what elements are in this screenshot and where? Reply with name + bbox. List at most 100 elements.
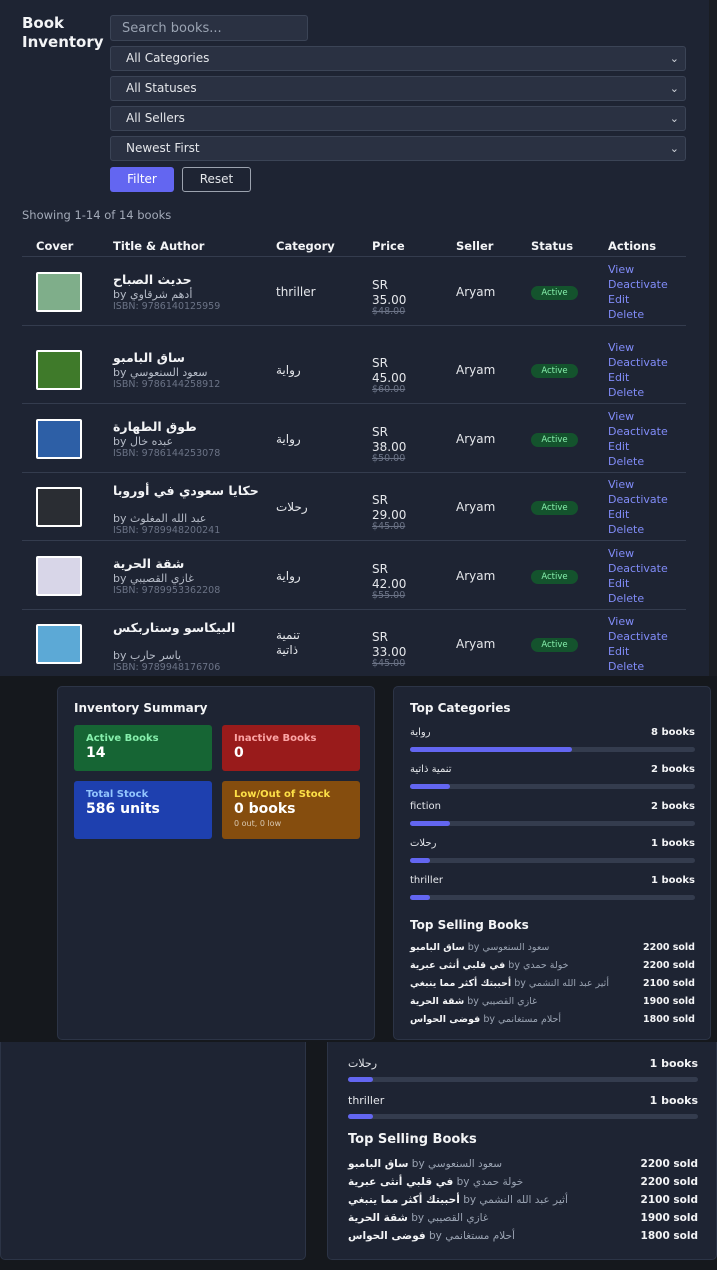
price-currency: SR [372,493,388,507]
cover-image [38,626,80,662]
selling-count: 1900 sold [640,1212,698,1224]
selling-title[interactable]: في قلبي أنثى عبرية [410,960,505,971]
table-row: حكايا سعودي في أوروبا by عبد الله المغلو… [22,473,686,541]
table-row: البيكاسو وستاربكس by ياسر حارب ISBN: 978… [22,610,686,676]
selling-title[interactable]: فوضى الحواس [410,1014,480,1025]
selling-count: 2200 sold [643,960,695,971]
selling-count: 2200 sold [640,1158,698,1170]
status-select[interactable]: All Statuses ⌄ [110,76,686,101]
search-input[interactable] [110,15,308,41]
delete-link[interactable]: Delete [608,385,644,400]
edit-link[interactable]: Edit [608,576,629,591]
deactivate-link[interactable]: Deactivate [608,355,668,370]
top-selling-item: فوضى الحواس by أحلام مستغانمي 1800 sold [410,1014,695,1025]
selling-author: by سعود السنعوسي [411,1158,503,1170]
category-bar-fill [348,1114,373,1119]
book-cover[interactable] [36,272,82,312]
status-badge: Active [531,286,578,300]
book-cover[interactable] [36,624,82,664]
inventory-summary-card: Inventory Summary Active Books 14 Inacti… [57,686,375,1040]
book-title[interactable]: ساق البامبو [113,350,263,365]
edit-link[interactable]: Edit [608,439,629,454]
price-currency: SR [372,425,388,439]
edit-link[interactable]: Edit [608,644,629,659]
inactive-books-label: Inactive Books [234,733,317,744]
status-badge: Active [531,501,578,515]
col-cover: Cover [36,239,74,253]
deactivate-link[interactable]: Deactivate [608,492,668,507]
status-badge: Active [531,364,578,378]
edit-link[interactable]: Edit [608,507,629,522]
book-price: 42.00 [372,577,407,591]
book-title[interactable]: شقة الحرية [113,556,263,571]
selling-title[interactable]: ساق البامبو [348,1158,408,1170]
cover-image [38,489,80,525]
duplicate-scroll-view: رحلات 1 books thriller 1 books Top Selli… [0,1042,717,1270]
category-name: تنمية ذاتية [410,764,452,775]
chevron-down-icon: ⌄ [669,142,679,155]
reset-button[interactable]: Reset [182,167,251,192]
chevron-down-icon: ⌄ [669,82,679,95]
top-selling-item: ساق البامبو by سعود السنعوسي 2200 sold [348,1158,698,1170]
summary-section: Inventory Summary Active Books 14 Inacti… [0,676,717,1046]
book-cover[interactable] [36,419,82,459]
category-name: thriller [410,875,443,886]
view-link[interactable]: View [608,546,634,561]
selling-title[interactable]: أحببتك أكثر مما ينبغي [410,978,511,989]
top-selling-item: شقة الحرية by غازي القصيبي 1900 sold [410,996,695,1007]
book-cover[interactable] [36,556,82,596]
category-bar [348,1077,698,1082]
view-link[interactable]: View [608,409,634,424]
delete-link[interactable]: Delete [608,591,644,606]
page-title: Book Inventory [22,14,104,51]
chevron-down-icon: ⌄ [669,52,679,65]
book-title[interactable]: حديث الصباح [113,272,263,287]
book-cover[interactable] [36,350,82,390]
selling-title[interactable]: في قلبي أنثى عبرية [348,1176,453,1188]
view-link[interactable]: View [608,477,634,492]
book-title[interactable]: طوق الطهارة [113,419,263,434]
edit-link[interactable]: Edit [608,292,629,307]
edit-link[interactable]: Edit [608,370,629,385]
selling-title[interactable]: أحببتك أكثر مما ينبغي [348,1194,460,1206]
category-bar-fill [410,858,430,863]
chevron-down-icon: ⌄ [669,112,679,125]
book-author: by غازي القصيبي [113,572,194,585]
delete-link[interactable]: Delete [608,307,644,322]
delete-link[interactable]: Delete [608,454,644,469]
selling-title[interactable]: ساق البامبو [410,942,465,953]
delete-link[interactable]: Delete [608,659,644,674]
deactivate-link[interactable]: Deactivate [608,424,668,439]
table-row: حديث الصباح by أدهم شرقاوي ISBN: 9786140… [22,258,686,326]
deactivate-link[interactable]: Deactivate [608,629,668,644]
view-link[interactable]: View [608,262,634,277]
book-title[interactable]: البيكاسو وستاربكس [113,620,263,635]
book-cover[interactable] [36,487,82,527]
category-select[interactable]: All Categories ⌄ [110,46,686,71]
book-title[interactable]: حكايا سعودي في أوروبا [113,483,263,498]
selling-title[interactable]: شقة الحرية [410,996,464,1007]
selling-title[interactable]: شقة الحرية [348,1212,408,1224]
book-isbn: ISBN: 9786144253078 [113,448,221,459]
cover-image [38,558,80,594]
seller-select-value: All Sellers [126,111,185,125]
filter-button[interactable]: Filter [110,167,174,192]
deactivate-link[interactable]: Deactivate [608,561,668,576]
selling-title[interactable]: فوضى الحواس [348,1230,426,1242]
deactivate-link[interactable]: Deactivate [608,277,668,292]
view-link[interactable]: View [608,614,634,629]
price-currency: SR [372,278,388,292]
book-price: 29.00 [372,508,407,522]
table-row: شقة الحرية by غازي القصيبي ISBN: 9789953… [22,542,686,610]
selling-count: 2100 sold [643,978,695,989]
view-link[interactable]: View [608,340,634,355]
price-currency: SR [372,562,388,576]
selling-author: by أثير عبد الله النشمي [514,978,609,989]
category-bar-fill [410,784,450,789]
delete-link[interactable]: Delete [608,522,644,537]
category-count: 1 books [651,838,695,849]
seller-select[interactable]: All Sellers ⌄ [110,106,686,131]
book-original-price: $55.00 [372,590,406,601]
sort-select[interactable]: Newest First ⌄ [110,136,686,161]
cover-image [38,352,80,388]
